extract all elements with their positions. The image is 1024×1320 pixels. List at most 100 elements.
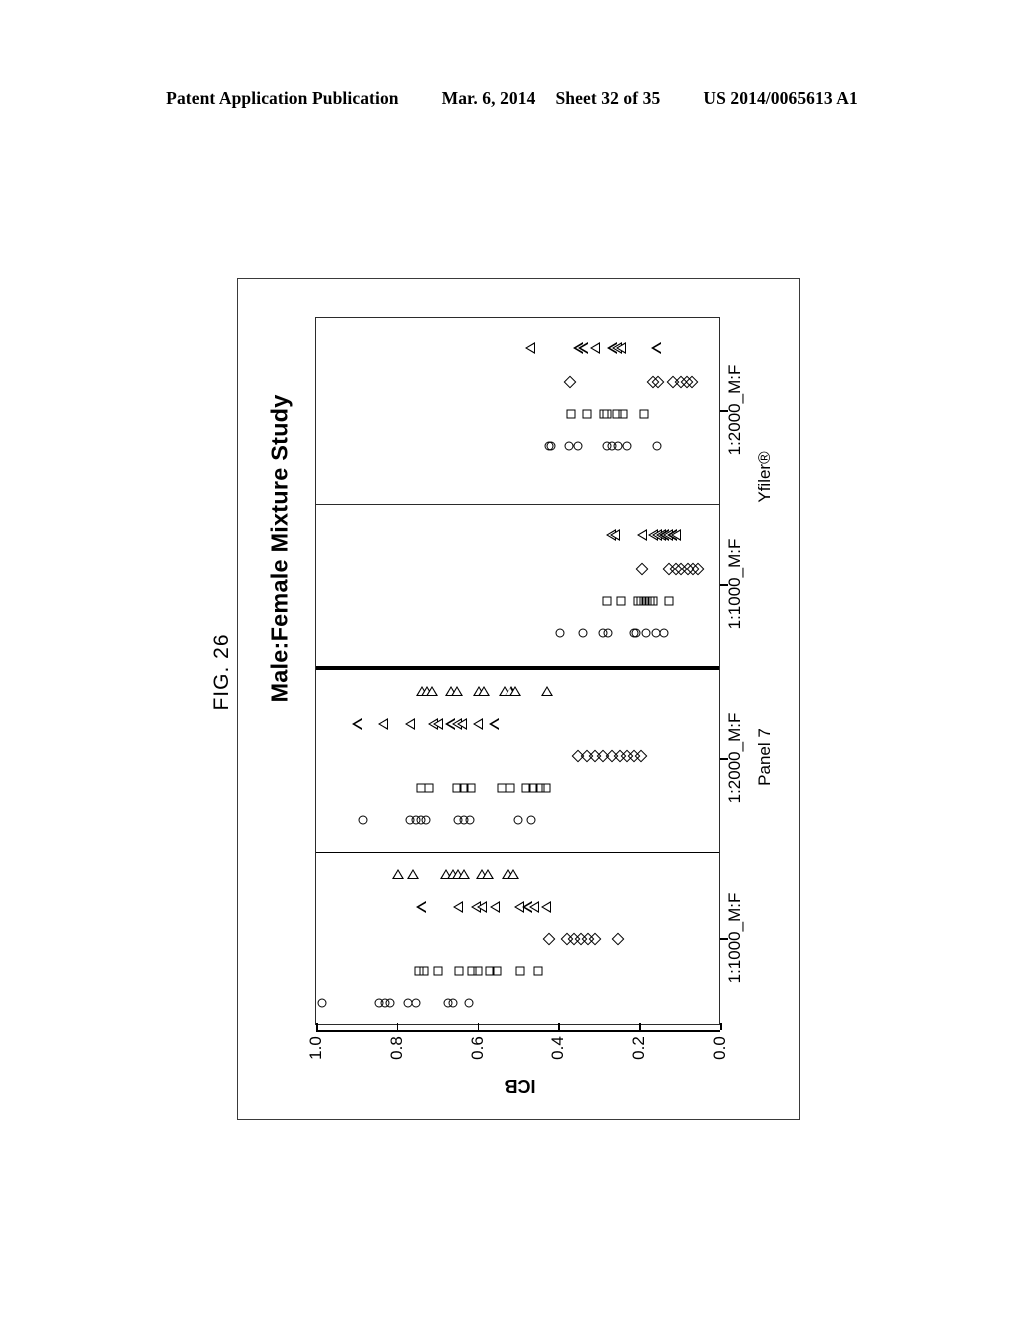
- data-point-circle: [631, 628, 641, 638]
- data-point-utriangle: [481, 869, 494, 879]
- data-point-ltriangle: [490, 901, 500, 913]
- data-point-square: [515, 966, 525, 976]
- chart-title: Male:Female Mixture Study: [266, 394, 293, 703]
- data-point-ltriangle: [609, 529, 620, 541]
- data-point-circle: [641, 628, 651, 638]
- category-label-panel-p7-1000: 1:1000_M:F: [725, 892, 744, 984]
- data-point-utriangle: [407, 869, 420, 879]
- data-point-ltriangle: [456, 718, 467, 730]
- data-point-circle: [659, 628, 669, 638]
- data-point-ltriangle: [524, 342, 535, 354]
- data-point-ltriangle: [473, 718, 483, 730]
- group-label-0: Panel 7: [755, 728, 774, 786]
- data-point-ltriangle: [489, 718, 500, 730]
- data-point-ltriangle: [432, 718, 443, 730]
- sheet-number: Sheet 32 of 35: [555, 88, 661, 108]
- data-point-circle: [411, 998, 421, 1008]
- value-axis-tick-label: 1.0: [306, 1036, 325, 1060]
- data-point-square: [602, 596, 612, 606]
- data-point-diamond: [635, 562, 649, 576]
- data-point-utriangle: [509, 686, 522, 696]
- value-axis-title: ICB: [504, 1076, 536, 1096]
- plot-area: [315, 317, 720, 1025]
- value-axis-tick-label: 0.2: [629, 1036, 649, 1060]
- data-point-circle: [421, 815, 431, 825]
- value-axis-line: [316, 1023, 722, 1032]
- data-point-square: [616, 596, 626, 606]
- data-point-square: [492, 966, 502, 976]
- data-point-circle: [448, 998, 458, 1008]
- publication-label: Patent Application Publication: [166, 88, 399, 108]
- data-point-square: [664, 596, 674, 606]
- panel-p7-1000: [316, 852, 719, 1026]
- data-point-circle: [622, 441, 632, 451]
- data-point-utriangle: [457, 869, 470, 879]
- data-point-ltriangle: [477, 901, 488, 913]
- data-point-square: [419, 966, 429, 976]
- data-point-square: [473, 966, 483, 976]
- value-axis-tick-label: 0.8: [386, 1036, 406, 1060]
- data-point-utriangle: [392, 869, 404, 879]
- data-point-square: [505, 783, 515, 793]
- data-point-ltriangle: [452, 901, 463, 913]
- data-point-utriangle: [541, 686, 554, 696]
- panel-p7-2000: [316, 666, 719, 852]
- data-point-circle: [564, 441, 574, 451]
- data-point-circle: [573, 441, 583, 451]
- data-point-square: [466, 783, 476, 793]
- value-axis-tick-label: 0.0: [710, 1036, 729, 1060]
- data-point-circle: [358, 815, 368, 825]
- data-point-ltriangle: [578, 342, 589, 354]
- data-point-diamond: [589, 932, 602, 946]
- data-point-circle: [613, 441, 623, 451]
- data-point-circle: [464, 998, 474, 1008]
- data-point-diamond: [563, 375, 577, 389]
- data-point-circle: [513, 815, 523, 825]
- data-point-square: [639, 409, 649, 419]
- publication-date: Mar. 6, 2014: [441, 88, 536, 108]
- data-point-ltriangle: [541, 901, 552, 913]
- data-point-square: [648, 596, 658, 606]
- data-point-square: [433, 966, 442, 976]
- data-point-ltriangle: [416, 901, 427, 913]
- patent-header: Patent Application Publication Mar. 6, 2…: [0, 88, 1024, 109]
- value-axis-tick-label: 0.6: [467, 1036, 487, 1060]
- figure-label: FIG. 26: [210, 633, 233, 711]
- data-point-ltriangle: [670, 529, 681, 541]
- data-point-square: [541, 783, 551, 793]
- data-point-ltriangle: [637, 529, 648, 541]
- data-point-square: [424, 783, 434, 793]
- data-point-ltriangle: [528, 901, 539, 913]
- data-point-square: [618, 409, 628, 419]
- data-point-square: [454, 966, 464, 976]
- data-point-utriangle: [477, 686, 490, 696]
- data-point-ltriangle: [615, 342, 626, 354]
- data-point-square: [533, 966, 543, 976]
- data-point-square: [566, 409, 576, 419]
- data-point-utriangle: [507, 869, 520, 879]
- data-point-circle: [465, 815, 475, 825]
- data-point-circle: [652, 441, 662, 451]
- data-point-ltriangle: [377, 718, 388, 730]
- patent-number: US 2014/0065613 A1: [703, 88, 858, 108]
- category-label-panel-yfiler-1000: 1:1000_M:F: [725, 538, 744, 630]
- group-label-1: Yfiler®: [755, 451, 774, 503]
- data-point-circle: [526, 815, 536, 825]
- panel-yfiler-1000: [316, 504, 719, 666]
- data-point-square: [602, 409, 612, 419]
- category-label-panel-p7-2000: 1:2000_M:F: [725, 712, 744, 804]
- data-point-ltriangle: [352, 718, 363, 730]
- category-label-panel-yfiler-2000: 1:2000_M:F: [725, 364, 744, 456]
- data-point-circle: [546, 441, 556, 451]
- data-point-diamond: [542, 932, 556, 946]
- data-point-circle: [603, 628, 613, 638]
- data-point-utriangle: [426, 686, 439, 696]
- data-point-diamond: [611, 932, 625, 946]
- data-point-ltriangle: [651, 342, 662, 354]
- data-point-circle: [578, 628, 588, 638]
- data-point-ltriangle: [404, 718, 415, 730]
- data-point-circle: [555, 628, 565, 638]
- data-point-ltriangle: [589, 342, 600, 354]
- panel-yfiler-2000: [316, 318, 719, 504]
- value-axis-tick-label: 0.4: [548, 1036, 568, 1060]
